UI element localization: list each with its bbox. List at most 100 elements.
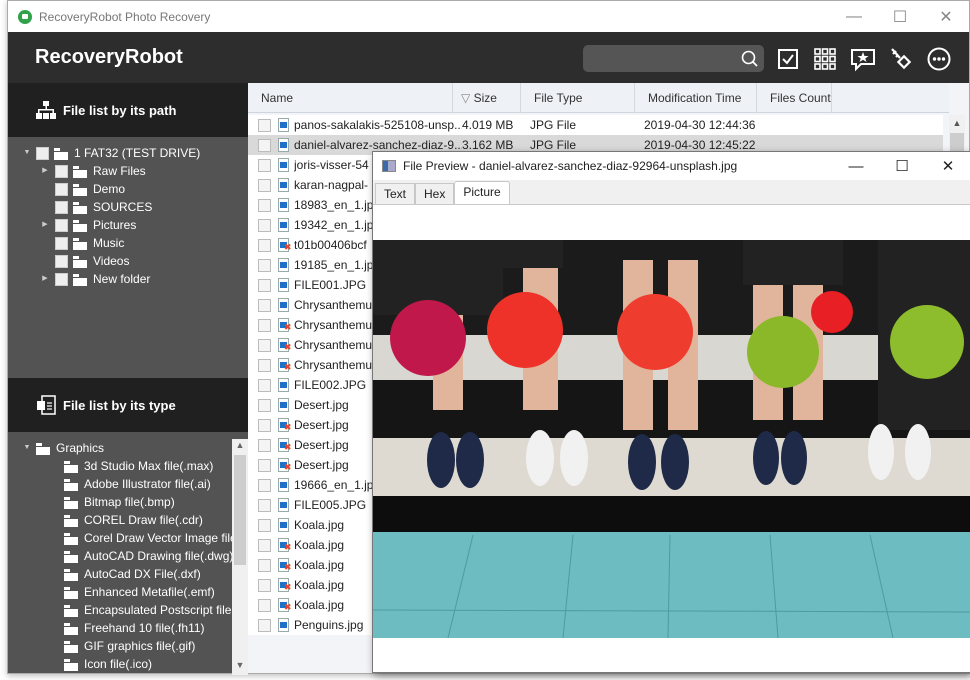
type-item[interactable]: 3d Studio Max file(.max) bbox=[8, 457, 232, 475]
type-item[interactable]: GIF graphics file(.gif) bbox=[8, 637, 232, 655]
file-checkbox[interactable] bbox=[258, 198, 271, 212]
scroll-up-arrow-icon[interactable]: ▲ bbox=[232, 440, 248, 454]
type-item[interactable]: Freehand 10 file(.fh11) bbox=[8, 619, 232, 637]
file-checkbox[interactable] bbox=[258, 318, 271, 332]
column-name[interactable]: Name bbox=[248, 82, 453, 113]
path-section-header[interactable]: File list by its path bbox=[8, 83, 248, 137]
type-item[interactable]: Bitmap file(.bmp) bbox=[8, 493, 232, 511]
folder-checkbox[interactable] bbox=[55, 236, 68, 250]
expand-arrow-icon[interactable]: ▼ bbox=[22, 148, 32, 158]
tree-item-new-folder[interactable]: ▶ New folder bbox=[8, 270, 248, 288]
type-item[interactable]: Encapsulated Postscript file(.e bbox=[8, 601, 232, 619]
file-checkbox[interactable] bbox=[258, 338, 271, 352]
tree-item-videos[interactable]: Videos bbox=[8, 252, 248, 270]
expand-arrow-icon[interactable]: ▶ bbox=[40, 274, 50, 284]
type-item[interactable]: COREL Draw file(.cdr) bbox=[8, 511, 232, 529]
file-checkbox[interactable] bbox=[258, 298, 271, 312]
minimize-button[interactable]: — bbox=[831, 1, 877, 32]
file-checkbox[interactable] bbox=[258, 238, 271, 252]
maximize-button[interactable]: ☐ bbox=[877, 1, 923, 32]
file-checkbox[interactable] bbox=[258, 398, 271, 412]
root-checkbox[interactable] bbox=[36, 146, 49, 160]
file-row[interactable]: panos-sakalakis-525108-unsp... 4.019 MB JP… bbox=[248, 115, 943, 135]
column-modification-time[interactable]: Modification Time bbox=[635, 82, 757, 113]
tree-item-pictures[interactable]: ▶ Pictures bbox=[8, 216, 248, 234]
tab-text[interactable]: Text bbox=[375, 183, 416, 204]
tree-item-sources[interactable]: SOURCES bbox=[8, 198, 248, 216]
file-checkbox[interactable] bbox=[258, 518, 271, 532]
type-section-header[interactable]: File list by its type bbox=[8, 378, 248, 432]
star-speech-bubble-icon[interactable] bbox=[850, 46, 876, 72]
file-checkbox[interactable] bbox=[258, 378, 271, 392]
type-tree-scrollbar[interactable]: ▲ ▼ bbox=[232, 439, 248, 675]
file-checkbox[interactable] bbox=[258, 218, 271, 232]
expand-arrow-icon[interactable]: ▶ bbox=[40, 166, 50, 176]
preview-minimize-button[interactable]: — bbox=[833, 152, 879, 180]
file-checkbox[interactable] bbox=[258, 538, 271, 552]
image-file-icon bbox=[278, 378, 289, 392]
file-size: 4.019 MB bbox=[462, 118, 514, 132]
image-file-icon bbox=[278, 498, 289, 512]
folder-checkbox[interactable] bbox=[55, 218, 68, 232]
type-item[interactable]: AutoCad DX File(.dxf) bbox=[8, 565, 232, 583]
search-input[interactable] bbox=[583, 45, 733, 72]
folder-icon bbox=[64, 604, 78, 617]
file-checkbox[interactable] bbox=[258, 158, 271, 172]
folder-checkbox[interactable] bbox=[55, 254, 68, 268]
file-checkbox[interactable] bbox=[258, 558, 271, 572]
search-box[interactable] bbox=[583, 45, 764, 72]
expand-arrow-icon[interactable]: ▶ bbox=[40, 220, 50, 230]
type-item[interactable]: Icon file(.ico) bbox=[8, 655, 232, 673]
file-checkbox[interactable] bbox=[258, 138, 271, 152]
file-checkbox[interactable] bbox=[258, 418, 271, 432]
folder-checkbox[interactable] bbox=[55, 164, 68, 178]
type-item[interactable]: AutoCAD Drawing file(.dwg) bbox=[8, 547, 232, 565]
scroll-thumb[interactable] bbox=[234, 455, 246, 565]
file-checkbox[interactable] bbox=[258, 498, 271, 512]
file-checkbox[interactable] bbox=[258, 358, 271, 372]
file-checkbox[interactable] bbox=[258, 178, 271, 192]
preview-close-button[interactable]: ✕ bbox=[925, 152, 970, 180]
file-checkbox[interactable] bbox=[258, 118, 271, 132]
file-checkbox[interactable] bbox=[258, 618, 271, 632]
column-size[interactable]: ▽ Size bbox=[453, 82, 521, 113]
file-checkbox[interactable] bbox=[258, 458, 271, 472]
checkbox-icon[interactable] bbox=[775, 46, 801, 72]
file-checkbox[interactable] bbox=[258, 438, 271, 452]
type-item[interactable]: Adobe Illustrator file(.ai) bbox=[8, 475, 232, 493]
preview-maximize-button[interactable]: ☐ bbox=[879, 152, 925, 180]
more-dots-icon[interactable] bbox=[926, 46, 952, 72]
grid-icon[interactable] bbox=[812, 46, 838, 72]
type-root-graphics[interactable]: ▼ Graphics bbox=[8, 439, 232, 457]
type-tree: ▼ Graphics 3d Studio Max file(.max) Adobe… bbox=[8, 439, 232, 675]
tree-item-demo[interactable]: Demo bbox=[8, 180, 248, 198]
key-icon[interactable] bbox=[888, 46, 914, 72]
type-item[interactable]: Corel Draw Vector Image file( bbox=[8, 529, 232, 547]
file-checkbox[interactable] bbox=[258, 478, 271, 492]
folder-checkbox[interactable] bbox=[55, 182, 68, 196]
column-file-type[interactable]: File Type bbox=[521, 82, 635, 113]
file-name: daniel-alvarez-sanchez-diaz-9... bbox=[294, 138, 462, 152]
bowling-photo bbox=[373, 240, 970, 638]
file-checkbox[interactable] bbox=[258, 258, 271, 272]
deleted-image-file-icon bbox=[278, 338, 292, 352]
tree-item-raw-files[interactable]: ▶ Raw Files bbox=[8, 162, 248, 180]
tree-item-music[interactable]: Music bbox=[8, 234, 248, 252]
file-checkbox[interactable] bbox=[258, 578, 271, 592]
expand-arrow-icon[interactable]: ▼ bbox=[22, 443, 32, 453]
file-checkbox[interactable] bbox=[258, 598, 271, 612]
scroll-down-arrow-icon[interactable]: ▼ bbox=[232, 660, 248, 674]
tree-root[interactable]: ▼ 1 FAT32 (TEST DRIVE) bbox=[8, 144, 248, 162]
file-checkbox[interactable] bbox=[258, 278, 271, 292]
scroll-up-arrow-icon[interactable]: ▲ bbox=[949, 115, 965, 131]
tab-hex[interactable]: Hex bbox=[415, 183, 455, 204]
tab-picture[interactable]: Picture bbox=[454, 181, 510, 204]
close-button[interactable]: ✕ bbox=[923, 1, 969, 32]
preview-title-bar[interactable]: File Preview - daniel-alvarez-sanchez-di… bbox=[373, 152, 970, 180]
hierarchy-icon bbox=[36, 101, 56, 119]
column-files-count[interactable]: Files Count bbox=[757, 82, 832, 113]
folder-checkbox[interactable] bbox=[55, 272, 68, 286]
type-item[interactable]: Enhanced Metafile(.emf) bbox=[8, 583, 232, 601]
search-icon[interactable] bbox=[741, 50, 758, 67]
folder-checkbox[interactable] bbox=[55, 200, 68, 214]
